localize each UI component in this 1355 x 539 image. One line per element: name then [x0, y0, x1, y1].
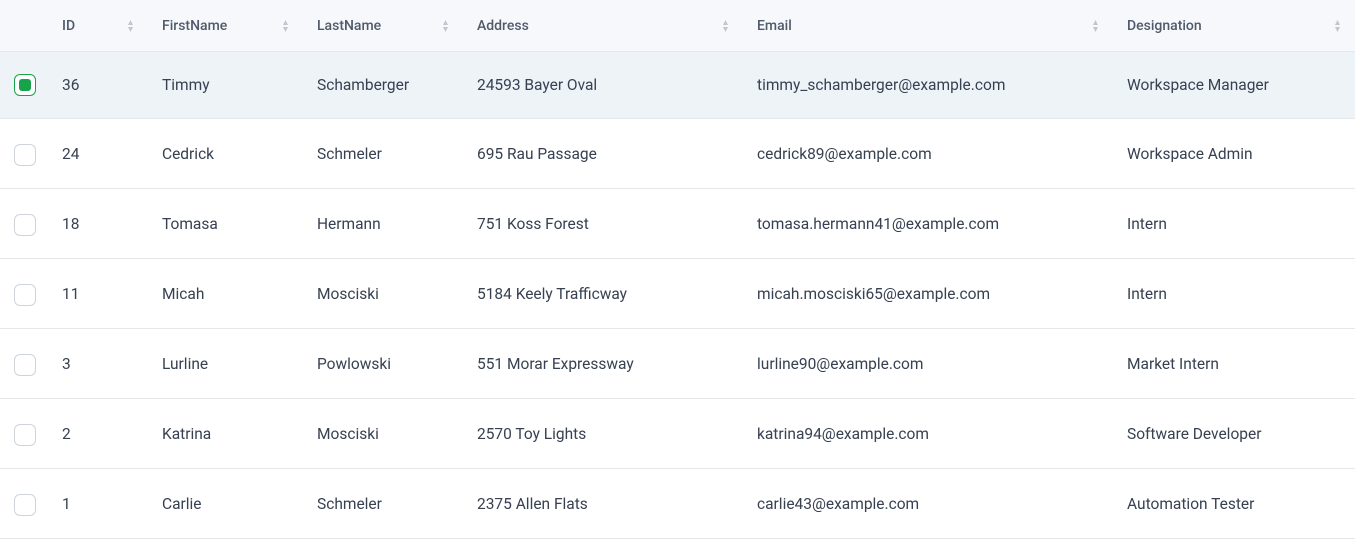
row-checkbox[interactable]	[14, 424, 36, 446]
sort-icon[interactable]	[442, 19, 449, 33]
cell-firstname: Lurline	[148, 329, 303, 399]
cell-designation: Intern	[1113, 189, 1355, 259]
cell-id: 36	[48, 52, 148, 119]
column-header-designation[interactable]: Designation	[1113, 0, 1355, 52]
cell-firstname: Carlie	[148, 469, 303, 539]
cell-designation: Workspace Admin	[1113, 119, 1355, 189]
row-checkbox[interactable]	[14, 354, 36, 376]
cell-address: 24593 Bayer Oval	[463, 52, 743, 119]
cell-select	[0, 52, 48, 119]
cell-email: tomasa.hermann41@example.com	[743, 189, 1113, 259]
cell-lastname: Powlowski	[303, 329, 463, 399]
cell-address: 5184 Keely Trafficway	[463, 259, 743, 329]
cell-address: 2570 Toy Lights	[463, 399, 743, 469]
cell-select	[0, 189, 48, 259]
cell-lastname: Schmeler	[303, 469, 463, 539]
cell-lastname: Mosciski	[303, 259, 463, 329]
cell-select	[0, 399, 48, 469]
column-label: LastName	[317, 18, 381, 34]
cell-id: 18	[48, 189, 148, 259]
sort-icon[interactable]	[282, 19, 289, 33]
cell-firstname: Timmy	[148, 52, 303, 119]
cell-designation: Software Developer	[1113, 399, 1355, 469]
cell-designation: Market Intern	[1113, 329, 1355, 399]
cell-email: micah.mosciski65@example.com	[743, 259, 1113, 329]
row-checkbox[interactable]	[14, 494, 36, 516]
cell-address: 551 Morar Expressway	[463, 329, 743, 399]
cell-select	[0, 329, 48, 399]
cell-designation: Workspace Manager	[1113, 52, 1355, 119]
table-row: 11MicahMosciski5184 Keely Trafficwaymica…	[0, 259, 1355, 329]
cell-email: cedrick89@example.com	[743, 119, 1113, 189]
column-header-address[interactable]: Address	[463, 0, 743, 52]
table-row: 3LurlinePowlowski551 Morar Expresswaylur…	[0, 329, 1355, 399]
column-header-id[interactable]: ID	[48, 0, 148, 52]
cell-firstname: Tomasa	[148, 189, 303, 259]
cell-firstname: Micah	[148, 259, 303, 329]
cell-address: 695 Rau Passage	[463, 119, 743, 189]
column-label: Address	[477, 18, 529, 34]
cell-designation: Automation Tester	[1113, 469, 1355, 539]
row-checkbox[interactable]	[14, 214, 36, 236]
cell-select	[0, 119, 48, 189]
row-checkbox[interactable]	[14, 74, 36, 96]
cell-select	[0, 259, 48, 329]
cell-lastname: Schamberger	[303, 52, 463, 119]
table-row: 24CedrickSchmeler695 Rau Passagecedrick8…	[0, 119, 1355, 189]
column-label: FirstName	[162, 18, 227, 34]
cell-email: lurline90@example.com	[743, 329, 1113, 399]
column-header-firstname[interactable]: FirstName	[148, 0, 303, 52]
table-row: 1CarlieSchmeler2375 Allen Flatscarlie43@…	[0, 469, 1355, 539]
column-label: ID	[62, 18, 75, 34]
cell-email: katrina94@example.com	[743, 399, 1113, 469]
sort-icon[interactable]	[1092, 19, 1099, 33]
cell-firstname: Katrina	[148, 399, 303, 469]
cell-id: 11	[48, 259, 148, 329]
data-table: ID FirstName LastName	[0, 0, 1355, 539]
sort-icon[interactable]	[1334, 19, 1341, 33]
cell-id: 2	[48, 399, 148, 469]
cell-designation: Intern	[1113, 259, 1355, 329]
table-row: 2KatrinaMosciski2570 Toy Lightskatrina94…	[0, 399, 1355, 469]
cell-id: 24	[48, 119, 148, 189]
column-label: Designation	[1127, 18, 1202, 34]
sort-icon[interactable]	[722, 19, 729, 33]
cell-email: carlie43@example.com	[743, 469, 1113, 539]
column-header-lastname[interactable]: LastName	[303, 0, 463, 52]
sort-icon[interactable]	[127, 19, 134, 33]
cell-firstname: Cedrick	[148, 119, 303, 189]
row-checkbox[interactable]	[14, 284, 36, 306]
cell-lastname: Mosciski	[303, 399, 463, 469]
cell-select	[0, 469, 48, 539]
cell-email: timmy_schamberger@example.com	[743, 52, 1113, 119]
table-row: 36TimmySchamberger24593 Bayer Ovaltimmy_…	[0, 52, 1355, 119]
cell-lastname: Schmeler	[303, 119, 463, 189]
column-header-email[interactable]: Email	[743, 0, 1113, 52]
cell-lastname: Hermann	[303, 189, 463, 259]
column-label: Email	[757, 18, 792, 34]
cell-address: 751 Koss Forest	[463, 189, 743, 259]
column-header-select	[0, 0, 48, 52]
cell-address: 2375 Allen Flats	[463, 469, 743, 539]
row-checkbox[interactable]	[14, 144, 36, 166]
table-header-row: ID FirstName LastName	[0, 0, 1355, 52]
cell-id: 3	[48, 329, 148, 399]
cell-id: 1	[48, 469, 148, 539]
table-row: 18TomasaHermann751 Koss Foresttomasa.her…	[0, 189, 1355, 259]
